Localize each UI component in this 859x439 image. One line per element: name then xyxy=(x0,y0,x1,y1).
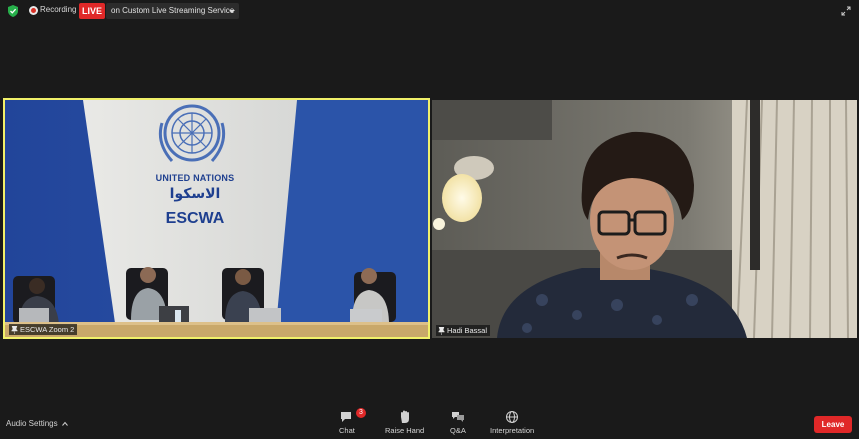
raise-hand-icon xyxy=(400,410,409,423)
qa-button[interactable]: Q&A xyxy=(450,410,466,435)
live-stream-dropdown[interactable]: on Custom Live Streaming Service xyxy=(106,3,239,19)
qa-label: Q&A xyxy=(450,426,466,435)
meeting-topbar: Recording LIVE on Custom Live Streaming … xyxy=(0,0,859,22)
participant-name-tag: Hadi Bassal xyxy=(436,325,491,336)
audio-settings-button[interactable]: Audio Settings xyxy=(6,419,68,428)
chevron-up-icon xyxy=(61,421,68,426)
participant-name: ESCWA Zoom 2 xyxy=(20,325,75,334)
audio-settings-label: Audio Settings xyxy=(6,419,58,428)
leave-button[interactable]: Leave xyxy=(814,416,852,433)
interpretation-label: Interpretation xyxy=(490,426,535,435)
fullscreen-icon[interactable] xyxy=(841,6,851,16)
interpretation-button[interactable]: Interpretation xyxy=(490,410,534,435)
chevron-down-icon xyxy=(229,10,235,13)
stream-service-label: on Custom Live Streaming Service xyxy=(111,6,235,15)
participant-name: Hadi Bassal xyxy=(447,326,488,335)
participant-name-tag: ESCWA Zoom 2 xyxy=(9,324,78,335)
pin-icon xyxy=(11,325,18,334)
recording-icon xyxy=(29,6,38,15)
recording-label[interactable]: Recording xyxy=(40,5,76,14)
chat-icon xyxy=(340,412,351,422)
video-tile-escwa[interactable]: UNITED NATIONS الاسكوا ESCWA ESCWA Zoom … xyxy=(3,98,430,339)
video-feed-hadi xyxy=(432,100,857,338)
chat-button[interactable]: Chat xyxy=(339,410,355,435)
globe-icon xyxy=(506,411,519,423)
backdrop-org-name: UNITED NATIONS xyxy=(155,173,235,183)
live-badge[interactable]: LIVE xyxy=(79,3,105,19)
backdrop-org-acronym: ESCWA xyxy=(165,210,225,227)
chat-unread-badge: 3 xyxy=(356,408,366,418)
raise-hand-label: Raise Hand xyxy=(385,426,425,435)
qa-icon xyxy=(451,412,464,422)
backdrop-org-arabic: الاسكوا xyxy=(169,186,221,202)
video-tile-hadi[interactable]: Hadi Bassal xyxy=(432,100,857,338)
pin-icon xyxy=(438,326,445,335)
chat-label: Chat xyxy=(339,426,355,435)
raise-hand-button[interactable]: Raise Hand xyxy=(385,410,424,435)
shield-check-icon[interactable] xyxy=(8,5,18,17)
